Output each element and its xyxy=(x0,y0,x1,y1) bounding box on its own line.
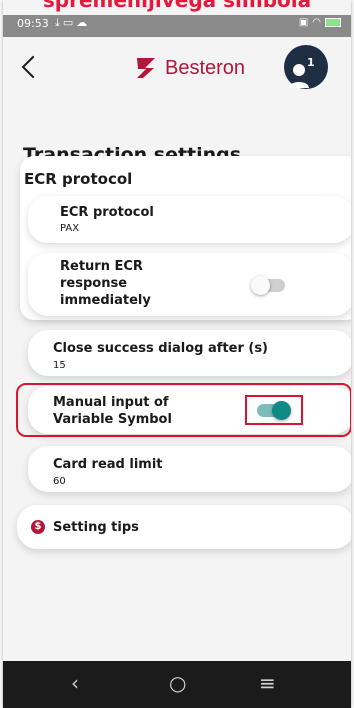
nav-menu-icon[interactable]: ≡ xyxy=(259,671,276,695)
notification-icons: ⤓▭☁ xyxy=(55,16,90,30)
setting-tips-label: Setting tips xyxy=(53,520,139,535)
notification-badge: 1 xyxy=(307,56,315,69)
back-arrow-icon[interactable] xyxy=(21,55,45,79)
ecr-protocol-value: PAX xyxy=(60,223,80,234)
system-icons: ▣◠ xyxy=(299,17,341,28)
cloud-icon: ☁ xyxy=(76,16,91,29)
toggle-highlight-box xyxy=(245,395,303,425)
besteron-logo-icon xyxy=(137,58,155,78)
navigation-bar: ‹ ○ ≡ xyxy=(3,661,351,708)
status-time: 09:53 xyxy=(17,17,49,30)
cast-icon: ▣ xyxy=(298,17,313,28)
app-header: Besteron 1 xyxy=(3,37,351,107)
nav-back-icon[interactable]: ‹ xyxy=(71,671,79,695)
card-read-limit-label: Card read limit xyxy=(53,457,163,472)
close-dialog-value: 15 xyxy=(53,360,66,371)
caption-text: spremenljivega simbola xyxy=(42,0,312,12)
return-ecr-label: Return ECR response immediately xyxy=(60,259,151,308)
wifi-icon: ◠ xyxy=(312,17,325,28)
status-bar: 09:53 ⤓▭☁ ▣◠ xyxy=(3,15,351,37)
ecr-group-title: ECR protocol xyxy=(24,170,133,188)
phone-screen: 09:53 ⤓▭☁ ▣◠ Besteron 1 Transaction sett… xyxy=(3,0,351,708)
download-icon: ⤓ xyxy=(55,16,63,29)
dollar-icon: $ xyxy=(31,520,45,534)
battery-icon xyxy=(325,17,341,27)
nav-home-icon[interactable]: ○ xyxy=(169,671,186,695)
caption-strip: spremenljivega simbola xyxy=(0,0,354,15)
return-ecr-toggle-knob xyxy=(251,276,270,295)
ecr-protocol-label: ECR protocol xyxy=(60,205,154,220)
close-dialog-label: Close success dialog after (s) xyxy=(53,341,269,356)
brand-name: Besteron xyxy=(165,57,246,79)
message-icon: ▭ xyxy=(62,16,77,29)
card-read-limit-value: 60 xyxy=(53,476,66,487)
